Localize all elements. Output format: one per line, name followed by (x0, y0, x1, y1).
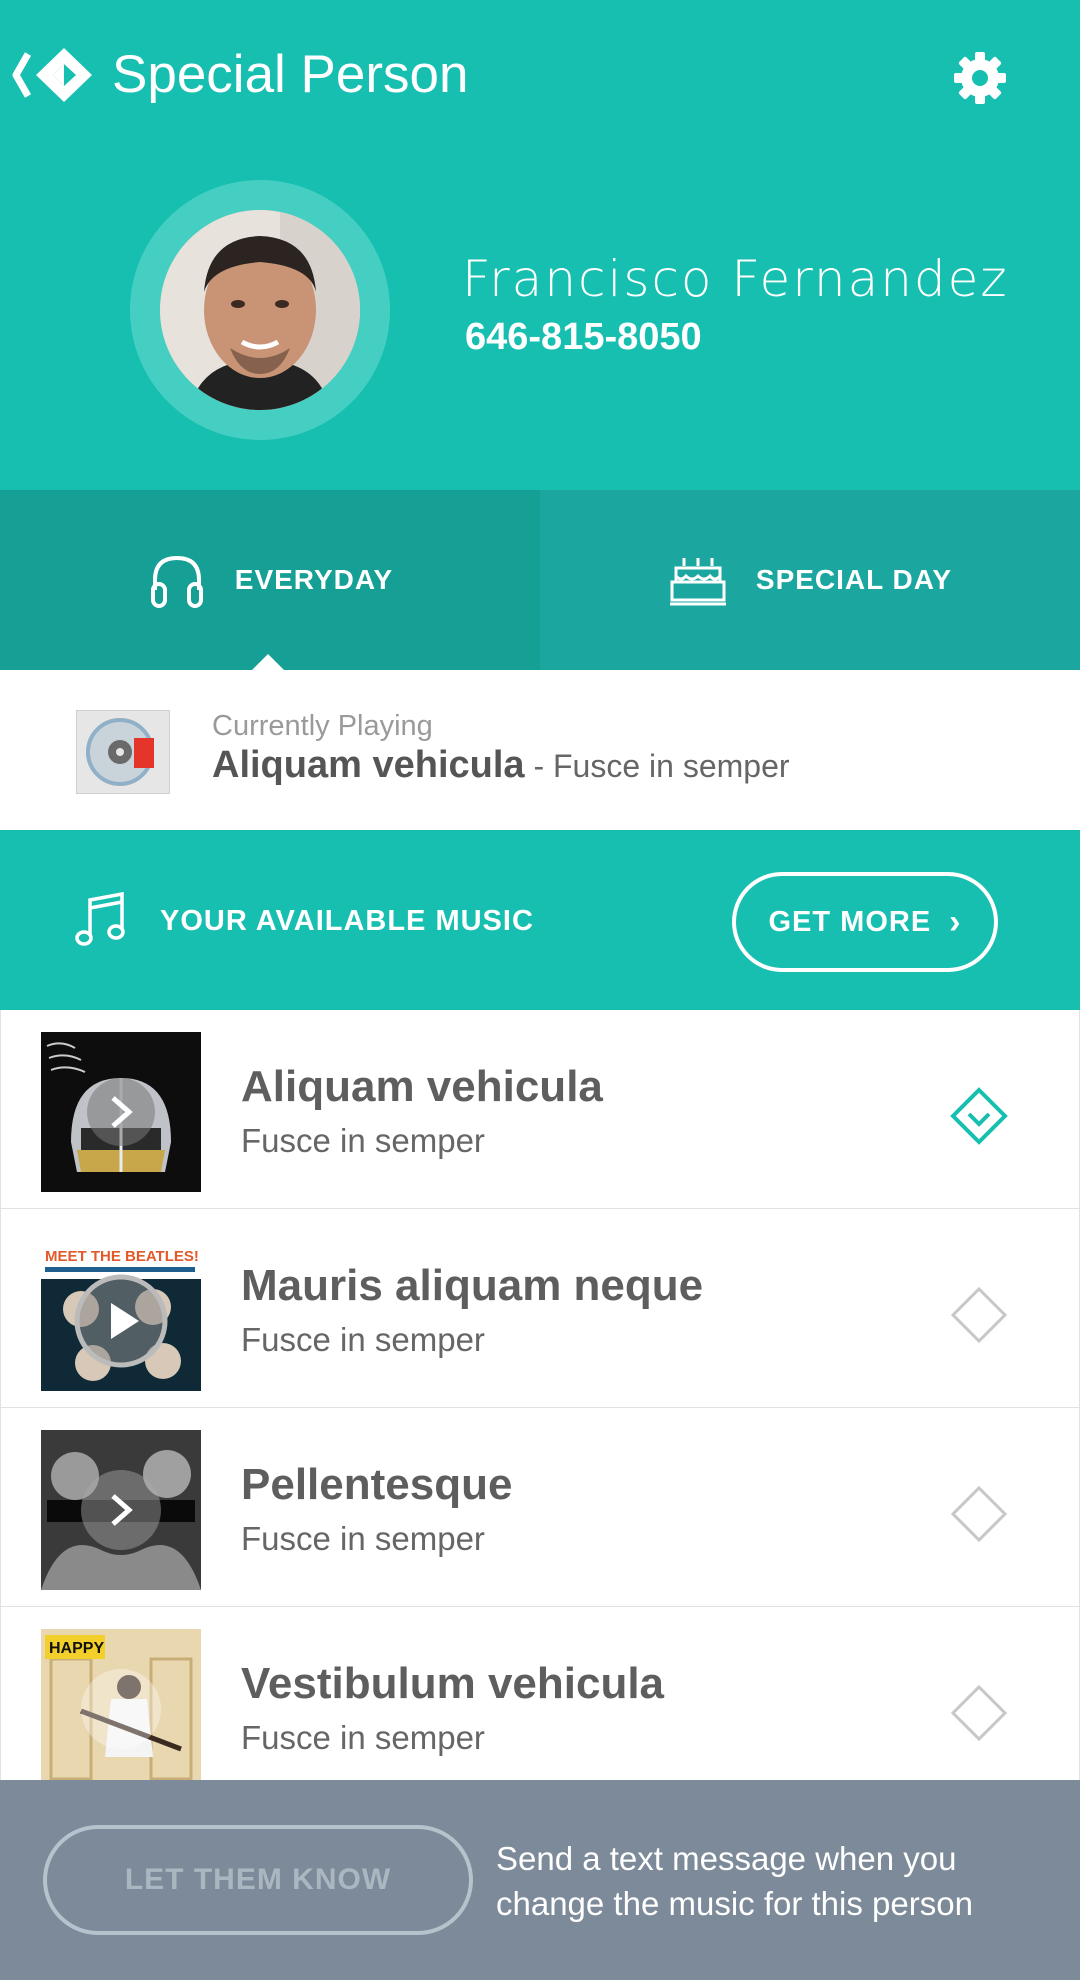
happy-cover-text: HAPPY (49, 1640, 104, 1657)
get-more-button[interactable]: GET MORE › (732, 872, 998, 972)
song-title: Vestibulum vehicula (241, 1659, 665, 1708)
tab-everyday[interactable]: EVERYDAY (0, 490, 540, 670)
back-logo-icon[interactable] (12, 46, 98, 104)
now-playing-artist: Fusce in semper (552, 748, 790, 784)
contact-name: Francisco Fernandez (462, 250, 1009, 308)
contact-phone: 646-815-8050 (465, 316, 702, 358)
tab-special-day-label: SPECIAL DAY (755, 564, 953, 595)
list-item[interactable]: Aliquam vehicula Fusce in semper (0, 1010, 1080, 1209)
beatles-cover-text: MEET THE BEATLES! (45, 1248, 199, 1265)
unchecked-diamond-icon[interactable] (949, 1683, 1009, 1743)
song-title: Mauris aliquam neque (241, 1261, 704, 1310)
avatar-photo (160, 210, 360, 410)
album-cover-meet-the-beatles: MEET THE BEATLES! (41, 1231, 201, 1391)
now-playing-panel[interactable]: Currently Playing Aliquam vehicula - Fus… (0, 670, 1080, 830)
tab-everyday-label: EVERYDAY (234, 564, 394, 595)
gear-icon[interactable] (952, 50, 1008, 106)
song-artist: Fusce in semper (241, 1520, 485, 1557)
tab-special-day[interactable]: SPECIAL DAY (540, 490, 1080, 670)
album-cover-justice (41, 1430, 201, 1590)
list-item[interactable]: HAPPY Vestibulum vehicula Fusce in sempe… (0, 1607, 1080, 1806)
unchecked-diamond-icon[interactable] (949, 1484, 1009, 1544)
song-artist: Fusce in semper (241, 1719, 485, 1756)
page-title: Special Person (112, 45, 469, 104)
song-title: Pellentesque (241, 1460, 513, 1509)
now-playing-caption: Currently Playing (212, 710, 433, 742)
get-more-label: GET MORE (768, 905, 932, 938)
now-playing-album-cover (76, 710, 170, 794)
chevron-right-icon: › (949, 902, 962, 941)
now-playing-separator: - (524, 748, 553, 784)
song-list: Aliquam vehicula Fusce in semper MEET TH… (0, 1010, 1080, 1806)
list-item[interactable]: MEET THE BEATLES! Mauris aliquam neque F… (0, 1209, 1080, 1408)
music-note-icon (75, 892, 125, 946)
list-item[interactable]: Pellentesque Fusce in semper (0, 1408, 1080, 1607)
checked-diamond-icon[interactable] (949, 1086, 1009, 1146)
song-artist: Fusce in semper (241, 1321, 485, 1358)
tab-selected-indicator (252, 654, 284, 670)
now-playing-song: Aliquam vehicula (212, 744, 525, 786)
let-them-know-button[interactable]: LET THEM KNOW (43, 1825, 473, 1935)
notify-message: Send a text message when you change the … (496, 1840, 973, 1922)
headphones-icon (150, 555, 203, 608)
song-title: Aliquam vehicula (241, 1062, 603, 1111)
available-music-label: YOUR AVAILABLE MUSIC (160, 905, 534, 937)
now-playing-track: Aliquam vehicula - Fusce in semper (212, 744, 790, 787)
album-cover-happy: HAPPY (41, 1629, 201, 1789)
unchecked-diamond-icon[interactable] (949, 1285, 1009, 1345)
album-cover-random-access (41, 1032, 201, 1192)
birthday-cake-icon (669, 558, 726, 606)
song-artist: Fusce in semper (241, 1122, 485, 1159)
avatar[interactable] (160, 210, 360, 410)
